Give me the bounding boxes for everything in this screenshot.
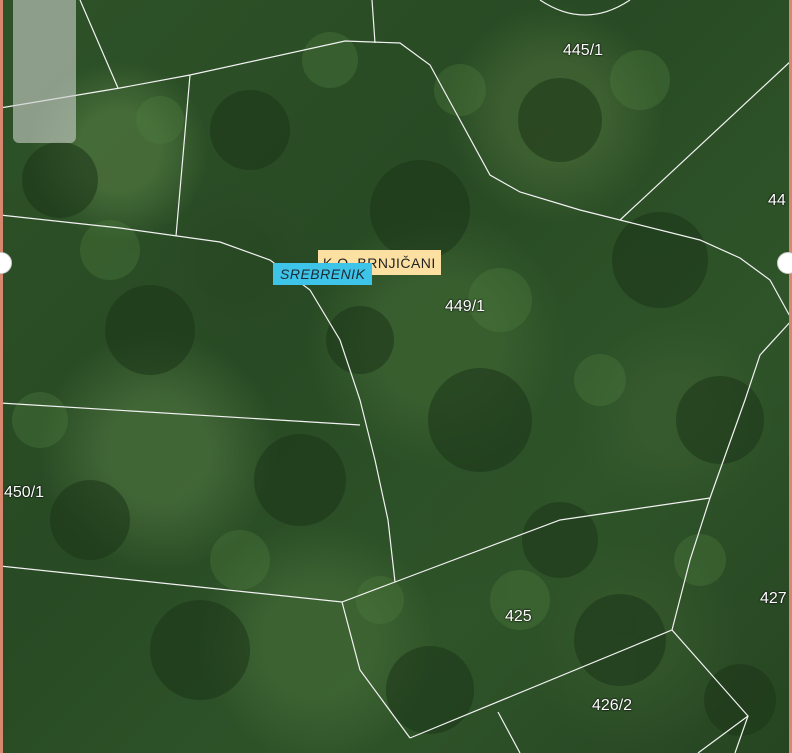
parcel-boundaries bbox=[0, 0, 792, 753]
parcel-label-425[interactable]: 425 bbox=[505, 608, 532, 626]
municipality-label: SREBRENIK bbox=[273, 263, 373, 285]
parcel-label-427-partial[interactable]: 427 bbox=[760, 590, 787, 608]
parcel-label-450-1[interactable]: 450/1 bbox=[4, 484, 44, 502]
right-resize-handle[interactable] bbox=[777, 252, 792, 274]
vertical-scrollbar-thumb[interactable] bbox=[13, 0, 76, 143]
parcel-label-426-2[interactable]: 426/2 bbox=[592, 697, 632, 715]
parcel-label-449-1[interactable]: 449/1 bbox=[445, 298, 485, 316]
satellite-map[interactable]: 445/1 44 449/1 450/1 425 427 426/2 K.O. … bbox=[0, 0, 792, 753]
parcel-label-445-1[interactable]: 445/1 bbox=[563, 42, 603, 60]
parcel-label-44-partial[interactable]: 44 bbox=[768, 192, 786, 210]
frame-left-edge bbox=[0, 0, 3, 753]
